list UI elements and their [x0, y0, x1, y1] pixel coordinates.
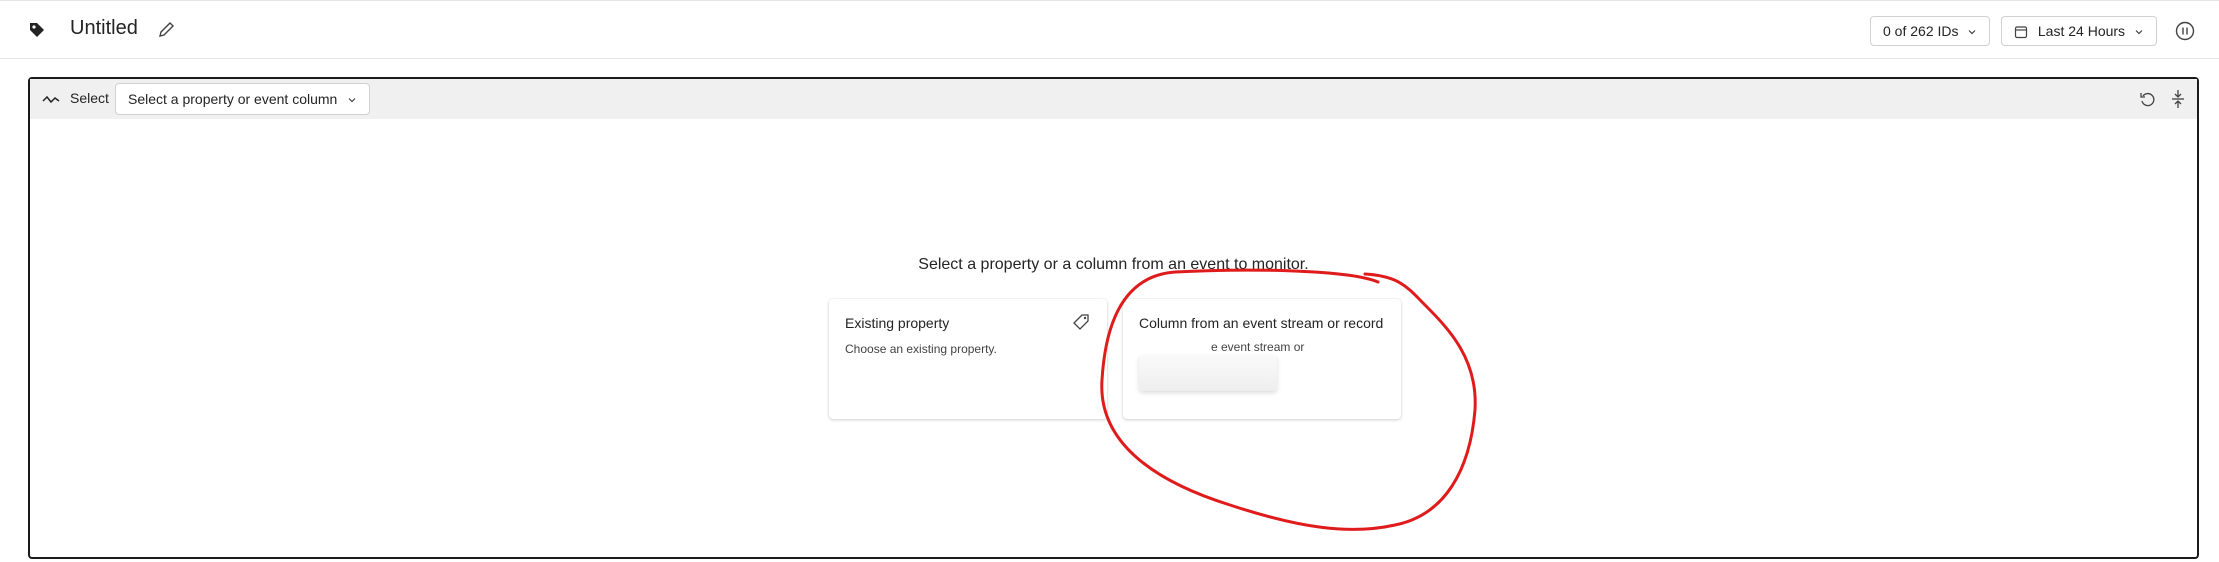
- panel-toolbar: Select Select a property or event column: [30, 79, 2197, 119]
- tooltip-overlay: [1139, 355, 1277, 391]
- monitor-panel: Select Select a property or event column…: [28, 77, 2199, 559]
- chevron-down-icon: [2135, 30, 2143, 35]
- chevron-down-icon: [348, 98, 356, 103]
- page-title: Untitled: [70, 17, 138, 39]
- edit-pencil-icon[interactable]: [156, 20, 176, 40]
- dropdown-label: Select a property or event column: [128, 91, 338, 107]
- tag-outline-icon: [1073, 314, 1089, 330]
- undo-icon[interactable]: [2139, 90, 2157, 108]
- chevron-down-icon: [1968, 30, 1976, 35]
- ids-filter-label: 0 of 262 IDs: [1883, 23, 1959, 39]
- trend-line-icon: [42, 95, 60, 104]
- time-range-label: Last 24 Hours: [2037, 23, 2126, 39]
- calendar-icon: [2014, 26, 2028, 39]
- time-range-button[interactable]: Last 24 Hours: [2001, 16, 2157, 46]
- ids-filter-button[interactable]: 0 of 262 IDs: [1870, 16, 1991, 46]
- top-bar: Untitled 0 of 262 IDs Last 24 Hours: [0, 0, 2219, 59]
- select-label: Select: [70, 90, 109, 106]
- empty-state-prompt: Select a property or a column from an ev…: [918, 256, 1309, 273]
- event-column-card[interactable]: Column from an event stream or record e …: [1123, 299, 1401, 419]
- card-description: e event stream or: [1211, 340, 1305, 354]
- existing-property-card[interactable]: Existing property Choose an existing pro…: [829, 299, 1107, 419]
- pause-icon[interactable]: [2174, 20, 2196, 42]
- property-column-dropdown[interactable]: Select a property or event column: [115, 83, 371, 115]
- collapse-icon[interactable]: [2169, 89, 2187, 109]
- card-title: Existing property: [845, 315, 950, 331]
- card-title: Column from an event stream or record: [1139, 315, 1384, 331]
- tag-icon: [30, 23, 44, 37]
- card-description: Choose an existing property.: [845, 342, 997, 356]
